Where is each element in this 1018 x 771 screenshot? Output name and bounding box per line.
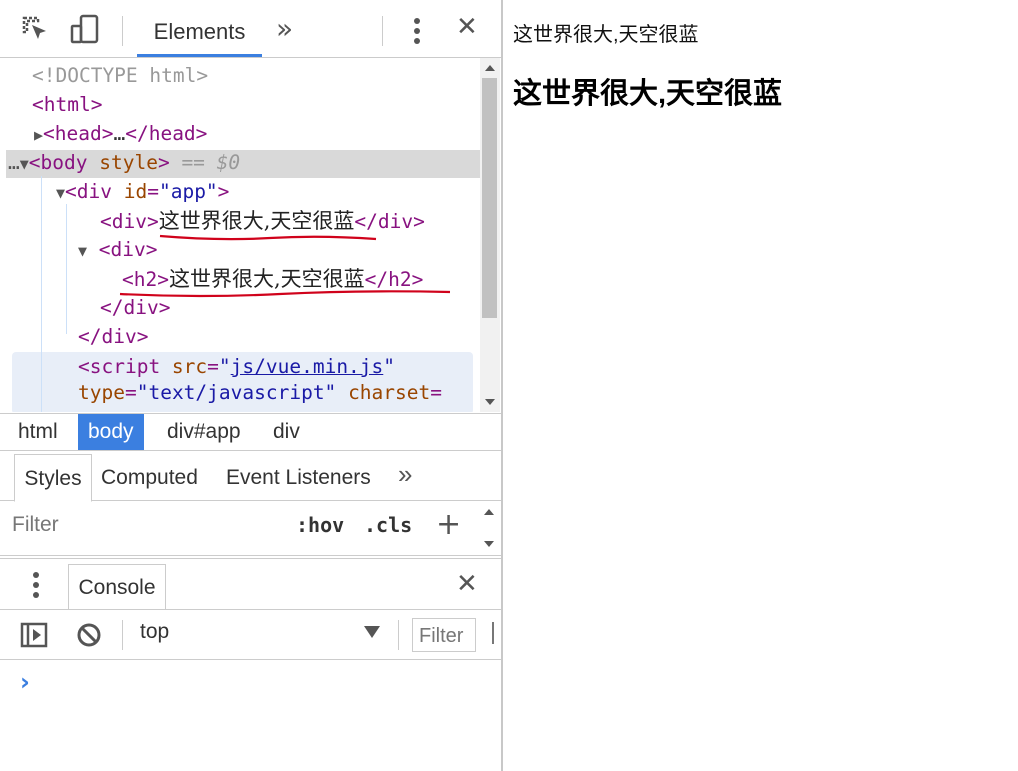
head-ellipsis: … [113, 122, 126, 145]
elements-tree: <!DOCTYPE html> <html> ▶<head>…</head> …… [0, 58, 480, 412]
toolbar-divider [122, 620, 123, 650]
tab-computed[interactable]: Computed [101, 454, 198, 500]
h2-node[interactable]: <h2>这世界很大,天空很蓝</h2> [122, 265, 423, 293]
head-open-tag: <head> [43, 122, 114, 145]
html-open-tag: <html> [32, 93, 103, 116]
inspect-element-icon[interactable] [20, 14, 50, 44]
context-selector[interactable]: top [140, 620, 169, 644]
breadcrumb-body[interactable]: body [78, 414, 144, 450]
console-prompt-icon[interactable]: › [20, 668, 30, 696]
body-node[interactable]: …▼<body style> == $0 [8, 149, 240, 177]
more-tabs-icon[interactable]: » [398, 454, 412, 500]
devtools-panel: Elements » ✕ <!DOCTYPE html> <html> ▶<he… [0, 0, 503, 771]
head-close-tag: </head> [125, 122, 208, 145]
div-text-node[interactable]: <div>这世界很大,天空很蓝</div> [100, 207, 425, 235]
h2-text-content: 这世界很大,天空很蓝 [168, 267, 365, 291]
collapse-triangle-icon[interactable]: ▼ [56, 184, 65, 202]
node-actions-icon[interactable]: … [8, 151, 20, 174]
doctype-node[interactable]: <!DOCTYPE html> [32, 62, 208, 90]
styles-filter-row: Filter :hov .cls + [0, 501, 501, 556]
inner-div-close[interactable]: </div> [100, 294, 170, 322]
drawer-tabbar: Console ✕ [0, 558, 501, 610]
toolbar-divider [492, 622, 494, 644]
script-node[interactable]: <script src="js/vue.min.js" [78, 353, 395, 381]
drawer-menu-icon[interactable] [30, 571, 42, 599]
scroll-down-icon[interactable] [485, 399, 495, 405]
scroll-up-icon[interactable] [484, 509, 494, 515]
rendered-page: 这世界很大,天空很蓝 这世界很大,天空很蓝 [503, 0, 1018, 771]
chevron-down-icon[interactable] [364, 626, 380, 638]
tab-styles[interactable]: Styles [14, 454, 92, 502]
script-type-value: "text/javascript" [136, 381, 337, 404]
devtools-toolbar: Elements » ✕ [0, 0, 501, 58]
more-tabs-icon[interactable]: » [276, 12, 293, 45]
console-toolbar: top Filter [0, 610, 501, 660]
tree-scrollbar[interactable] [480, 58, 500, 412]
breadcrumb-html[interactable]: html [8, 414, 68, 450]
tab-event-listeners[interactable]: Event Listeners [226, 454, 371, 500]
page-heading: 这世界很大,天空很蓝 [513, 78, 783, 110]
script-node-cont[interactable]: type="text/javascript" charset= [78, 379, 442, 407]
collapse-triangle-icon[interactable]: ▼ [78, 242, 87, 260]
head-node[interactable]: ▶<head>…</head> [34, 120, 207, 148]
class-toggle[interactable]: .cls [364, 513, 412, 537]
close-devtools-icon[interactable]: ✕ [456, 12, 478, 42]
expand-triangle-icon[interactable]: ▶ [34, 126, 43, 144]
toolbar-divider [398, 620, 399, 650]
collapse-triangle-icon[interactable]: ▼ [20, 155, 29, 173]
hover-state-toggle[interactable]: :hov [296, 513, 344, 537]
breadcrumb: html body div#app div [0, 413, 501, 451]
clear-console-icon[interactable] [76, 622, 102, 648]
indent-guide [41, 176, 42, 412]
close-drawer-icon[interactable]: ✕ [456, 569, 478, 599]
breadcrumb-div-app[interactable]: div#app [157, 414, 251, 450]
id-attr-value: "app" [158, 180, 218, 203]
show-sidebar-icon[interactable] [20, 622, 48, 648]
scroll-thumb[interactable] [482, 78, 497, 318]
html-node[interactable]: <html> [32, 91, 102, 119]
tab-console[interactable]: Console [68, 564, 166, 609]
page-div-text: 这世界很大,天空很蓝 [513, 24, 699, 46]
breadcrumb-div[interactable]: div [263, 414, 310, 450]
styles-tabbar: Styles Computed Event Listeners » [0, 450, 501, 502]
kebab-menu-icon[interactable] [410, 16, 424, 46]
styles-filter-input[interactable]: Filter [12, 513, 59, 537]
scroll-down-icon[interactable] [484, 541, 494, 547]
div-app-close[interactable]: </div> [78, 323, 148, 351]
div-app-node[interactable]: ▼<div id="app"> [56, 178, 229, 206]
div-text-content: 这世界很大,天空很蓝 [158, 209, 355, 233]
toolbar-divider [122, 16, 123, 46]
scroll-up-icon[interactable] [485, 65, 495, 71]
new-style-rule-icon[interactable]: + [436, 507, 461, 542]
device-toolbar-icon[interactable] [70, 14, 100, 44]
toolbar-divider [382, 16, 383, 46]
indent-guide [66, 204, 67, 334]
selected-marker: == $0 [181, 151, 241, 174]
script-src-link[interactable]: js/vue.min.js [231, 355, 384, 378]
inner-div-node[interactable]: ▼ <div> [78, 236, 157, 264]
console-filter-input[interactable]: Filter [412, 618, 476, 652]
tab-elements[interactable]: Elements [137, 8, 262, 57]
